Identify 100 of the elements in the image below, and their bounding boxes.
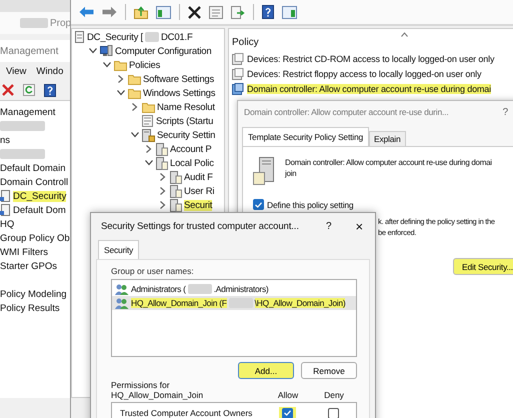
panel-icon[interactable] [282,6,297,18]
policy-item[interactable]: Domain controller: Allow computer account re-use during domai [247,84,491,94]
menu-item[interactable]: Windo [36,66,64,76]
tree-item[interactable]: Default Dom [13,204,66,216]
user-name: HQ_Allow_Domain_Join (F [131,298,227,308]
collapsed-chevron-icon[interactable] [160,173,166,181]
help-icon[interactable] [44,84,56,96]
tree-item[interactable]: ns [0,134,10,146]
allow-checkbox[interactable] [282,408,292,418]
column-header: Deny [323,390,345,400]
tree-item[interactable]: Security Settin [157,130,216,140]
tab[interactable]: Template Security Policy Setting [242,127,370,146]
tree-item[interactable]: Name Resolut [157,102,215,112]
users-icon [115,298,129,308]
users-icon [115,284,129,294]
user-name: .Administrators) [214,284,268,294]
expanded-chevron-icon[interactable] [89,48,97,54]
tree-item[interactable]: Domain Controll [0,176,68,188]
tree-item[interactable]: Local Polic [170,158,214,168]
folder-icon [142,102,155,112]
export-icon[interactable] [231,6,245,18]
tree-item[interactable]: Audit F [184,172,213,182]
tree-item[interactable]: Account P [170,144,212,154]
deny-checkbox[interactable] [328,408,338,418]
refresh-icon[interactable] [23,84,35,96]
collapsed-chevron-icon[interactable] [160,201,166,209]
user-list-item[interactable]: HQ_Allow_Domain_Join (F \HQ_Allow_Domain_Join) [112,296,356,310]
expanded-chevron-icon[interactable] [117,90,125,96]
redaction-block [188,284,212,294]
tree-item[interactable]: Policies [129,60,160,70]
folder-icon [128,88,141,98]
redaction-block [0,121,45,131]
folder-up-icon[interactable] [134,6,148,18]
dialog-button[interactable]: Add... [238,362,294,379]
tree-item[interactable]: Starter GPOs [0,260,58,272]
tree-item[interactable]: Policy Results [0,302,60,314]
tab[interactable]: Security [98,240,140,259]
tab[interactable]: Explain [369,131,406,146]
policy-item[interactable]: Devices: Restrict floppy access to locally logged-on user only [247,68,482,78]
redaction-block [228,298,253,308]
redaction-block [0,149,45,159]
document-icon [74,31,85,43]
tree-item[interactable]: Management [0,106,56,118]
server-sheet-icon [170,184,182,198]
tree-item[interactable]: User Ri [184,186,214,196]
collapsed-chevron-icon[interactable] [160,187,166,195]
list-label: Group or user names: [111,266,195,276]
server-icon [253,157,277,185]
sort-caret-icon [401,32,408,37]
tree-item[interactable]: Policy Modeling [0,288,67,300]
collapsed-chevron-icon[interactable] [132,103,138,111]
server-sheet-icon [170,170,182,184]
edit-security-button[interactable]: Edit Security... [453,258,513,275]
redaction-block [145,32,160,42]
tree-item[interactable]: Windows Settings [143,88,216,98]
panel-icon[interactable] [156,6,171,18]
server-sheet-icon [170,198,182,212]
dialog-button[interactable]: Remove [301,362,357,379]
expanded-chevron-icon[interactable] [103,62,111,68]
menu-item[interactable]: View [6,66,26,76]
tree-item[interactable]: Group Policy Ob [0,232,70,244]
policy-item[interactable]: Devices: Restrict CD-ROM access to locally logged-on user only [247,54,494,64]
server-sheet-icon [156,142,168,156]
sheet-icon[interactable] [209,6,223,18]
tree-item[interactable]: WMI Filters [0,246,48,258]
column-header[interactable]: Policy [232,36,259,48]
close-button[interactable]: × [356,218,375,234]
tree-item[interactable]: Software Settings [143,74,214,84]
back-arrow-icon[interactable] [79,6,94,18]
delete-icon[interactable] [188,6,201,18]
checkbox[interactable] [253,199,264,210]
help-button[interactable]: ? [326,220,356,232]
tree-item[interactable]: Computer Configuration [115,46,212,56]
checkbox-label: Define this policy setting [267,200,354,210]
computer-icon [100,45,113,57]
collapsed-chevron-icon[interactable] [146,145,152,153]
folder-icon [128,74,141,84]
help-button[interactable]: ? [502,106,513,118]
tree-item-text: DC01.F [161,32,193,42]
collapsed-chevron-icon[interactable] [118,75,124,83]
redaction-block [20,18,48,28]
permission-name: Trusted Computer Account Owners [120,408,254,418]
permissions-label: Permissions for HQ_Allow_Domain_Join [111,380,204,400]
tree-item[interactable]: HQ [0,218,14,230]
user-name: Administrators ( [131,284,186,294]
server-lock-icon [142,128,155,142]
user-name: \HQ_Allow_Domain_Join) [254,298,346,308]
dialog-title: Domain controller: Allow computer account re-use durin... [244,107,449,117]
server-sheet-icon [156,156,168,170]
expanded-chevron-icon[interactable] [145,160,153,166]
tree-item[interactable]: Scripts (Startu [156,116,214,126]
script-icon [142,115,154,127]
help-icon[interactable] [262,5,274,19]
forward-arrow-icon[interactable] [102,6,117,18]
expanded-chevron-icon[interactable] [131,132,139,138]
window-title: Management [0,46,58,56]
policy-description: Domain controller: Allow computer account re-use during domai join [285,157,492,180]
user-list-item[interactable]: Administrators ( .Administrators) [112,282,356,296]
tree-item[interactable]: DC_Security [ [87,32,144,42]
tree-item[interactable]: Default Domain [0,162,66,174]
